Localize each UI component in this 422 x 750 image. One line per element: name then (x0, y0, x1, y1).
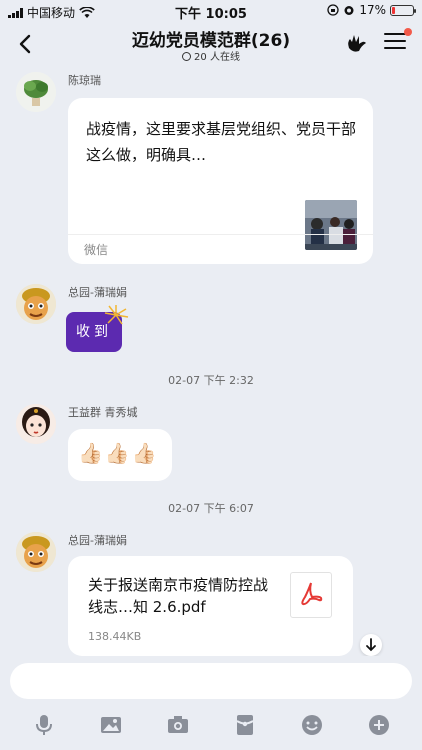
camera-icon[interactable] (165, 712, 191, 738)
file-card[interactable]: 关于报送南京市疫情防控战线志…知 2.6.pdf 138.44KB (68, 556, 353, 656)
status-right: 17% (327, 3, 416, 17)
message-input[interactable] (10, 663, 412, 699)
emoji-icon[interactable] (299, 712, 325, 738)
cartoon-girl-avatar-icon (16, 404, 56, 444)
input-area (0, 656, 422, 706)
timestamp: 02-07 下午 2:32 (168, 374, 254, 387)
cartoon-avatar-icon (16, 532, 56, 572)
link-card[interactable]: 战疫情，这里要求基层党组织、党员干部这么做，明确具… 微信 (68, 98, 373, 264)
plus-icon[interactable] (366, 712, 392, 738)
timestamp: 02-07 下午 6:07 (168, 502, 254, 515)
arrow-down-icon (366, 638, 376, 652)
online-label: 20 人在线 (194, 52, 240, 63)
message-bubble[interactable]: 👍🏻👍🏻👍🏻 (68, 429, 172, 481)
avatar[interactable] (16, 72, 56, 112)
red-packet-icon[interactable] (232, 712, 258, 738)
avatar[interactable] (16, 404, 56, 444)
online-icon (182, 52, 192, 61)
battery-fill (392, 6, 395, 14)
scroll-down-button[interactable] (360, 634, 382, 656)
sender-name: 总园-蒲瑞娟 (68, 286, 127, 299)
sender-name: 陈琼瑞 (68, 74, 101, 87)
hand-gesture-icon[interactable] (344, 30, 370, 56)
file-name: 关于报送南京市疫情防控战线志…知 2.6.pdf (88, 576, 269, 616)
alarm-icon (344, 6, 354, 15)
avatar[interactable] (16, 532, 56, 572)
chat-header: 迈幼党员模范群(26) 20 人在线 (0, 22, 422, 68)
menu-icon[interactable] (384, 33, 406, 51)
plant-avatar-icon (16, 72, 56, 112)
rotation-lock-icon (327, 4, 339, 16)
thumbs-up-emoji: 👍🏻👍🏻👍🏻 (78, 441, 159, 465)
image-icon[interactable] (98, 712, 124, 738)
status-bar: 中国移动 下午 10:05 17% (0, 0, 422, 22)
notification-dot (404, 28, 412, 36)
link-card-text: 战疫情，这里要求基层党组织、党员干部这么做，明确具… (86, 120, 357, 164)
firework-icon (104, 305, 129, 325)
sender-name: 王益群 青秀城 (68, 406, 138, 419)
sender-name: 总园-蒲瑞娟 (68, 534, 127, 547)
battery-icon (390, 4, 416, 16)
input-toolbar (0, 706, 422, 750)
file-size: 138.44KB (88, 630, 142, 643)
pdf-icon (290, 572, 332, 618)
avatar[interactable] (16, 284, 56, 324)
battery-percent: 17% (359, 3, 386, 17)
message-list[interactable]: 陈琼瑞 战疫情，这里要求基层党组织、党员干部这么做，明确具… 微信 总园-蒲瑞娟… (0, 68, 422, 656)
link-source: 微信 (68, 234, 373, 264)
microphone-icon[interactable] (31, 712, 57, 738)
cartoon-avatar-icon (16, 284, 56, 324)
